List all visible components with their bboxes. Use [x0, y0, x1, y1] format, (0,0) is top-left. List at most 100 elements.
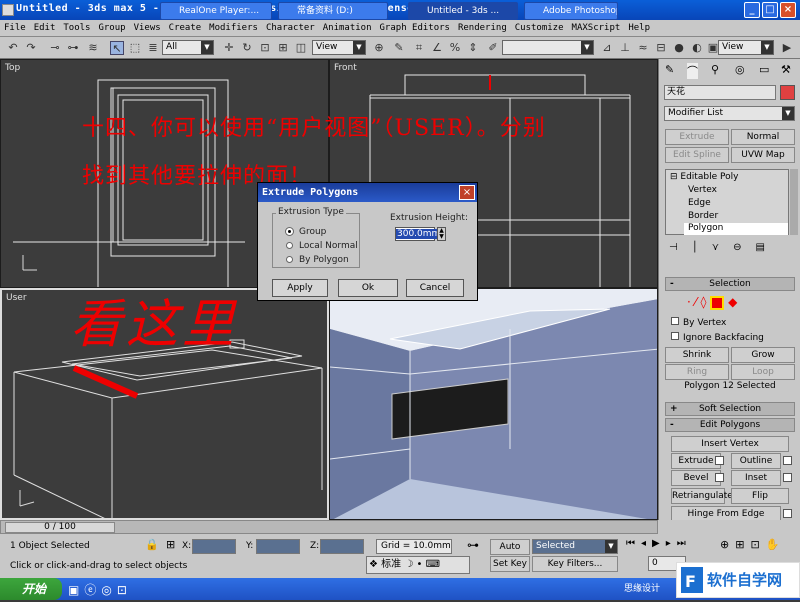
- by-vertex-checkbox[interactable]: By Vertex: [671, 317, 726, 328]
- hierarchy-tab-icon[interactable]: ⚲: [711, 63, 719, 76]
- stack-item-edge[interactable]: Edge: [688, 198, 711, 208]
- stack-item-vertex[interactable]: Vertex: [688, 185, 717, 195]
- go-to-end-icon[interactable]: ⏭: [677, 538, 692, 549]
- make-unique-icon[interactable]: ⋎: [712, 242, 733, 253]
- remove-modifier-icon[interactable]: ⊖: [733, 242, 755, 253]
- pan-icon[interactable]: ✋: [766, 538, 786, 551]
- height-spinner[interactable]: ▲ ▼: [437, 227, 446, 241]
- set-key-button[interactable]: Set Key: [490, 556, 530, 572]
- object-color-swatch[interactable]: [780, 85, 795, 100]
- angle-snap-icon[interactable]: ∠: [430, 41, 444, 55]
- extrude-button[interactable]: Extrude: [671, 453, 721, 469]
- outline-settings-icon[interactable]: [783, 456, 792, 465]
- edit-polygons-rollout-header[interactable]: - Edit Polygons: [665, 418, 795, 432]
- mirror-tool-icon[interactable]: ⊿: [600, 41, 614, 55]
- time-slider-thumb[interactable]: 0 / 100: [5, 522, 115, 533]
- next-frame-icon[interactable]: ▸: [666, 538, 677, 549]
- undo-icon[interactable]: ↶: [6, 41, 20, 55]
- apply-button[interactable]: Apply: [272, 279, 328, 297]
- named-selection-dropdown[interactable]: ▼: [502, 40, 594, 55]
- ok-button[interactable]: Ok: [338, 279, 398, 297]
- grow-button[interactable]: Grow: [731, 347, 795, 363]
- selection-rollout-header[interactable]: - Selection: [665, 277, 795, 291]
- curve-editor-icon[interactable]: ≈: [636, 41, 650, 55]
- inset-settings-icon[interactable]: [783, 473, 792, 482]
- zoom-all-icon[interactable]: ⊞: [735, 538, 750, 551]
- polygon-mode-icon[interactable]: [710, 295, 725, 310]
- desktop-icon[interactable]: ▣: [68, 583, 84, 597]
- menu-customize[interactable]: Customize: [511, 21, 568, 33]
- menu-character[interactable]: Character: [262, 21, 319, 33]
- unlink-icon[interactable]: ⊶: [66, 41, 80, 55]
- ime-dot-icon[interactable]: •: [417, 559, 423, 570]
- menu-graph-editors[interactable]: Graph Editors: [376, 21, 454, 33]
- pin-stack-icon[interactable]: ⊣: [669, 242, 692, 253]
- menu-rendering[interactable]: Rendering: [454, 21, 511, 33]
- insert-vertex-button[interactable]: Insert Vertex: [671, 436, 789, 452]
- extrusion-height-input[interactable]: 300.0mm: [395, 227, 442, 241]
- select-manipulate-icon[interactable]: ✎: [392, 41, 406, 55]
- key-filters-button[interactable]: Key Filters...: [532, 556, 618, 572]
- extrude-settings-icon[interactable]: [715, 456, 724, 465]
- time-slider[interactable]: 0 / 100: [0, 520, 658, 534]
- render-last-icon[interactable]: ▶: [780, 41, 794, 55]
- maximize-button[interactable]: □: [762, 2, 778, 18]
- y-coordinate-field[interactable]: [256, 539, 300, 554]
- render-type-dropdown[interactable]: View ▼: [718, 40, 774, 55]
- ie-icon[interactable]: ⓔ: [84, 583, 101, 597]
- object-name-field[interactable]: 天花: [664, 85, 776, 100]
- loop-button[interactable]: Loop: [731, 364, 795, 380]
- edit-spline-button[interactable]: Edit Spline: [665, 147, 729, 163]
- menu-file[interactable]: File: [0, 21, 30, 33]
- link-icon[interactable]: ⊸: [48, 41, 62, 55]
- menu-create[interactable]: Create: [165, 21, 206, 33]
- crossing-icon[interactable]: ⊞: [276, 41, 290, 55]
- task-3dsmax[interactable]: Untitled - 3ds ...: [408, 2, 518, 20]
- ime-toolbar[interactable]: ❖ 标准 ☽ • ⌨: [366, 556, 470, 574]
- align-icon[interactable]: ⊥: [618, 41, 632, 55]
- stack-scrollbar[interactable]: [790, 169, 798, 235]
- menu-edit[interactable]: Edit: [30, 21, 60, 33]
- task-photoshop[interactable]: Adobe Photoshop: [524, 2, 618, 20]
- vertex-mode-icon[interactable]: ·: [687, 295, 691, 309]
- select-object-icon[interactable]: ↖: [110, 41, 124, 55]
- stack-item-polygon[interactable]: Polygon: [684, 223, 788, 235]
- zoom-extents-icon[interactable]: ⊡: [750, 538, 765, 551]
- reference-coord-dropdown[interactable]: View ▼: [312, 40, 366, 55]
- cancel-button[interactable]: Cancel: [406, 279, 464, 297]
- spinner-snap-icon[interactable]: ⇕: [466, 41, 480, 55]
- select-rotate-icon[interactable]: ↻: [240, 41, 254, 55]
- ring-button[interactable]: Ring: [665, 364, 729, 380]
- flip-button[interactable]: Flip: [731, 488, 789, 504]
- close-button[interactable]: ×: [780, 2, 796, 18]
- display-tab-icon[interactable]: ▭: [759, 63, 769, 76]
- soft-selection-rollout-header[interactable]: + Soft Selection: [665, 402, 795, 416]
- schematic-view-icon[interactable]: ⊟: [654, 41, 668, 55]
- uvw-map-button[interactable]: UVW Map: [731, 147, 795, 163]
- render-scene-icon[interactable]: ◐: [690, 41, 704, 55]
- viewport-perspective[interactable]: [329, 288, 658, 520]
- key-mode-dropdown[interactable]: Selected ▼: [532, 539, 618, 554]
- configure-sets-icon[interactable]: ▤: [755, 242, 778, 253]
- radio-by-polygon[interactable]: By Polygon: [286, 255, 349, 265]
- create-tab-icon[interactable]: ✎: [665, 63, 674, 76]
- stack-item-border[interactable]: Border: [688, 211, 718, 221]
- motion-tab-icon[interactable]: ◎: [735, 63, 745, 76]
- inset-button[interactable]: Inset: [731, 470, 781, 486]
- radio-group[interactable]: Group: [286, 227, 326, 237]
- absolute-mode-icon[interactable]: ⊞: [166, 538, 175, 551]
- stack-item-editable-poly[interactable]: ⊟ Editable Poly: [670, 172, 738, 182]
- normal-modifier-button[interactable]: Normal: [731, 129, 795, 145]
- menu-animation[interactable]: Animation: [319, 21, 376, 33]
- menu-maxscript[interactable]: MAXScript: [568, 21, 625, 33]
- previous-frame-icon[interactable]: ◂: [641, 538, 652, 549]
- material-editor-icon[interactable]: ●: [672, 41, 686, 55]
- media-icon[interactable]: ◎: [101, 583, 116, 597]
- bevel-settings-icon[interactable]: [715, 473, 724, 482]
- mirror-icon[interactable]: ◫: [294, 41, 308, 55]
- menu-views[interactable]: Views: [130, 21, 165, 33]
- auto-key-button[interactable]: Auto Key: [490, 539, 530, 566]
- dialog-close-icon[interactable]: ×: [459, 185, 475, 200]
- selection-filter-dropdown[interactable]: All ▼: [162, 40, 214, 55]
- x-coordinate-field[interactable]: [192, 539, 236, 554]
